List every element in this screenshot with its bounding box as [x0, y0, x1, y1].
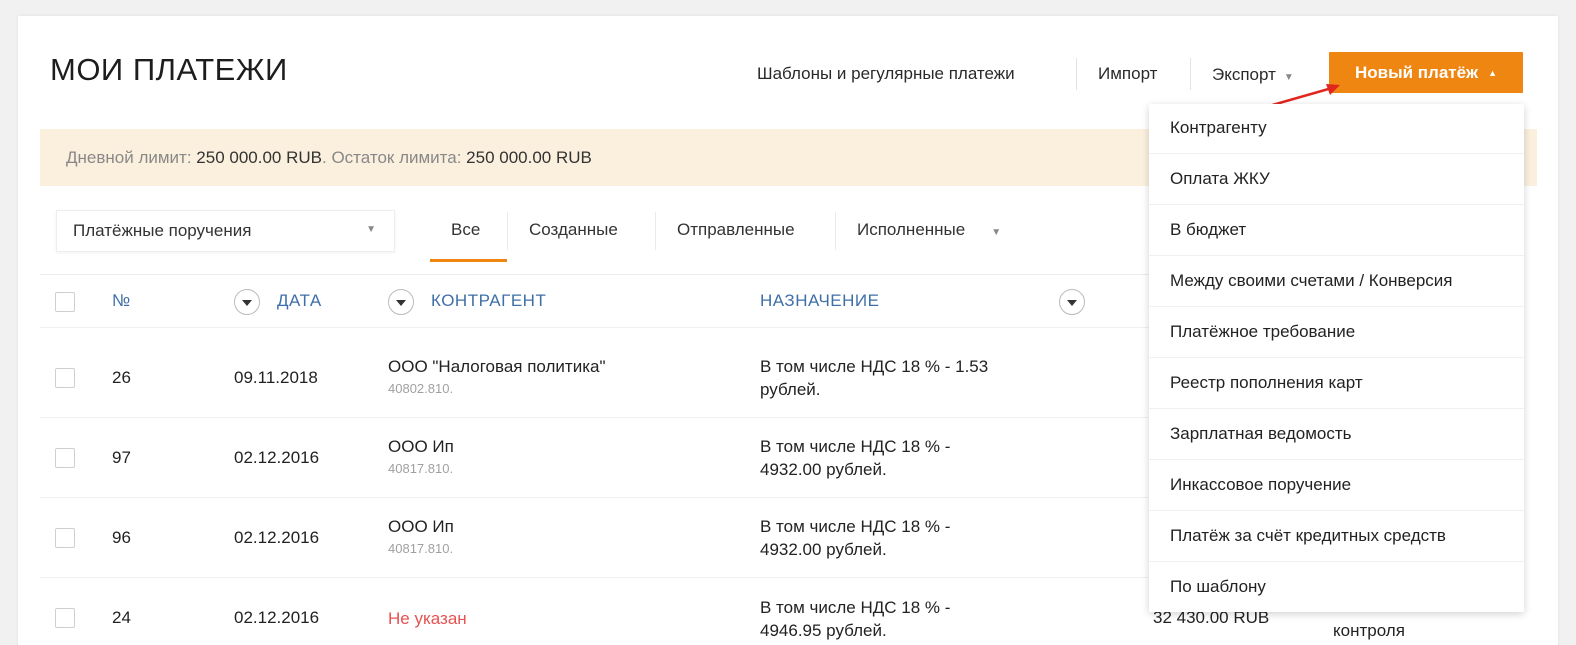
- tab-divider: [835, 212, 836, 250]
- row-date: 02.12.2016: [234, 608, 320, 627]
- nav-divider: [1076, 58, 1077, 90]
- caret-down-icon: ▼: [991, 227, 1002, 238]
- row-divider: [40, 497, 1150, 498]
- tab-executed-label: Исполненные: [857, 220, 966, 239]
- row-account: 40817.810.: [388, 461, 454, 476]
- document-type-select[interactable]: Платёжные поручения ▼: [56, 210, 395, 252]
- document-type-value: Платёжные поручения: [73, 221, 252, 240]
- menu-item-credit-payment[interactable]: Платёж за счёт кредитных средств: [1149, 512, 1524, 562]
- menu-item-payroll[interactable]: Зарплатная ведомость: [1149, 410, 1524, 460]
- column-header-purpose[interactable]: НАЗНАЧЕНИЕ: [760, 291, 879, 311]
- row-purpose-line1: В том числе НДС 18 % -: [760, 437, 951, 456]
- tab-executed[interactable]: Исполненные ▼: [857, 220, 1001, 240]
- row-checkbox[interactable]: [55, 448, 75, 468]
- row-purpose-line2: 4946.95 рублей.: [760, 621, 887, 640]
- row-purpose-line1: В том числе НДС 18 % -: [760, 517, 951, 536]
- sort-amount-icon[interactable]: [1059, 289, 1085, 315]
- nav-divider: [1190, 58, 1191, 90]
- column-header-number[interactable]: №: [112, 291, 131, 311]
- row-date: 02.12.2016: [234, 528, 320, 547]
- row-divider: [40, 577, 1150, 578]
- table-top-divider: [40, 274, 1150, 275]
- page-title: МОИ ПЛАТЕЖИ: [50, 52, 288, 87]
- row-purpose-line2: 4932.00 рублей.: [760, 460, 887, 479]
- sort-counterparty-icon[interactable]: [388, 289, 414, 315]
- menu-item-payment-request[interactable]: Платёжное требование: [1149, 308, 1524, 358]
- templates-link[interactable]: Шаблоны и регулярные платежи: [757, 64, 1015, 84]
- row-account: 40817.810.: [388, 541, 454, 556]
- daily-limit-label: Дневной лимит:: [66, 148, 192, 167]
- menu-item-own-accounts[interactable]: Между своими счетами / Конверсия: [1149, 257, 1524, 307]
- row-date: 09.11.2018: [234, 368, 318, 387]
- sort-date-icon[interactable]: [234, 289, 260, 315]
- tab-divider: [655, 212, 656, 250]
- row-counterparty-missing: Не указан: [388, 609, 467, 628]
- row-purpose-line1: В том числе НДС 18 % -: [760, 598, 951, 617]
- limit-text: Дневной лимит: 250 000.00 RUB. Остаток л…: [66, 148, 592, 167]
- menu-item-budget[interactable]: В бюджет: [1149, 206, 1524, 256]
- new-payment-menu: Контрагенту Оплата ЖКУ В бюджет Между св…: [1149, 104, 1524, 612]
- caret-up-icon: ▲: [1488, 67, 1498, 78]
- column-header-date[interactable]: ДАТА: [277, 291, 322, 311]
- row-counterparty[interactable]: ООО Ип: [388, 517, 454, 537]
- row-number: 24: [112, 608, 131, 627]
- header-bottom-divider: [40, 327, 1150, 328]
- row-purpose-line2: 4932.00 рублей.: [760, 540, 887, 559]
- row-number: 97: [112, 448, 131, 467]
- row-number: 26: [112, 368, 131, 387]
- remaining-limit-label: Остаток лимита:: [331, 148, 462, 167]
- active-tab-indicator: [430, 259, 507, 262]
- row-number: 96: [112, 528, 131, 547]
- tab-created[interactable]: Созданные: [529, 220, 618, 240]
- new-payment-button[interactable]: Новый платёж ▲: [1329, 52, 1523, 93]
- menu-item-card-registry[interactable]: Реестр пополнения карт: [1149, 359, 1524, 409]
- tab-all[interactable]: Все: [451, 220, 480, 240]
- column-header-counterparty[interactable]: КОНТРАГЕНТ: [431, 291, 546, 311]
- menu-item-utilities[interactable]: Оплата ЖКУ: [1149, 155, 1524, 205]
- row-counterparty[interactable]: ООО "Налоговая политика": [388, 357, 606, 377]
- daily-limit-value: 250 000.00 RUB: [196, 148, 322, 167]
- menu-item-collection-order[interactable]: Инкассовое поручение: [1149, 461, 1524, 511]
- tab-divider: [507, 212, 508, 250]
- row-counterparty[interactable]: ООО Ип: [388, 437, 454, 457]
- row-date: 02.12.2016: [234, 448, 320, 467]
- row-status: контроля: [1333, 621, 1405, 640]
- row-purpose-line2: рублей.: [760, 380, 821, 399]
- row-checkbox[interactable]: [55, 608, 75, 628]
- remaining-limit-value: 250 000.00 RUB: [466, 148, 592, 167]
- row-purpose-line1: В том числе НДС 18 % - 1.53: [760, 357, 989, 376]
- row-account: 40802.810.: [388, 381, 454, 396]
- new-payment-label: Новый платёж: [1354, 62, 1479, 82]
- menu-item-counterparty[interactable]: Контрагенту: [1149, 104, 1524, 154]
- caret-down-icon: ▼: [366, 224, 376, 235]
- select-all-checkbox[interactable]: [55, 292, 75, 312]
- tab-sent[interactable]: Отправленные: [677, 220, 795, 240]
- row-checkbox[interactable]: [55, 368, 75, 388]
- row-checkbox[interactable]: [55, 528, 75, 548]
- menu-item-from-template[interactable]: По шаблону: [1149, 563, 1524, 613]
- import-link[interactable]: Импорт: [1098, 64, 1157, 84]
- row-divider: [40, 417, 1150, 418]
